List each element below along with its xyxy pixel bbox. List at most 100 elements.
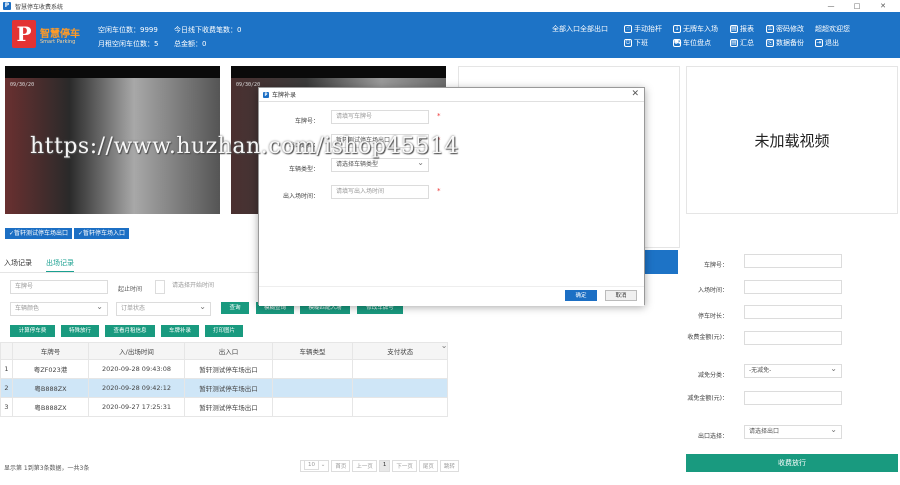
row-index: 2 — [0, 378, 13, 398]
power-icon: ⏻ — [624, 39, 632, 47]
start-time-input[interactable]: 请选择开始时间 — [168, 280, 263, 294]
hand-icon: ☝ — [624, 25, 632, 33]
rp-entry-time-label: 入场时间： — [697, 287, 728, 294]
entry-gate-button[interactable]: ✓暂轩停车场入口 — [74, 228, 130, 239]
table-row[interactable]: 2 粤B888ZX 2020-09-28 09:42:12 暂轩测试停车场出口 — [0, 378, 452, 398]
last-page-button[interactable]: 尾页 — [418, 460, 438, 472]
no-plate-entry-button[interactable]: ↓ 无牌车入场 — [673, 24, 718, 34]
special-release-button[interactable]: 特殊放行 — [61, 325, 99, 337]
next-page-button[interactable]: 下一页 — [392, 460, 417, 472]
time-range-checkbox[interactable] — [155, 280, 165, 294]
camera-timestamp: 09/30/20 — [236, 82, 261, 88]
rp-duration-input[interactable] — [744, 305, 842, 319]
gate-cell: 暂轩测试停车场出口 — [184, 359, 273, 379]
column-header[interactable]: 支付状态 — [351, 342, 449, 360]
summary-button[interactable]: ▤ 汇总 — [730, 38, 754, 48]
table-header-row: 车牌号 入/出场时间 出入口 车辆类型 支付状态 — [0, 342, 452, 360]
monthly-info-button[interactable]: 查看月租信息 — [105, 325, 155, 337]
charge-release-button[interactable]: 收费放行 — [686, 454, 898, 472]
type-cell — [272, 397, 353, 417]
plate-cell: 粤ZF023港 — [12, 359, 89, 379]
maximize-button[interactable]: □ — [844, 0, 870, 12]
gate-cell: 暂轩测试停车场出口 — [184, 397, 273, 417]
dialog-close-icon[interactable]: ✕ — [631, 89, 639, 99]
window-title: 智慧停车收费系统 — [15, 3, 64, 11]
backup-button[interactable]: ⎘ 数据备份 — [766, 38, 804, 48]
pagination: 10 ⌄ 首页 上一页 1 下一页 尾页 跳转 — [300, 460, 459, 472]
order-status-select[interactable]: 订单状态 — [116, 301, 211, 316]
lock-icon: ⚿ — [766, 25, 774, 33]
time-range-label: 起止时间 — [118, 286, 143, 293]
app-header: P 智慧停车 Smart Parking 空闲车位数：9999 月租空闲车位数：… — [0, 12, 900, 58]
dialog-plate-input[interactable]: 请填写车牌号 — [331, 110, 429, 124]
report-button[interactable]: ▤ 报表 — [730, 24, 754, 34]
logout-icon: ⇥ — [815, 39, 823, 47]
plate-cell: 粤B888ZX — [12, 378, 89, 398]
gate-cell: 暂轩测试停车场出口 — [184, 378, 273, 398]
camera-header — [5, 66, 220, 78]
row-index: 1 — [0, 359, 13, 379]
dialog-type-select[interactable]: 请选择车辆类型 — [331, 157, 429, 172]
dialog-body: 车牌号： 请填写车牌号 * 出口选择： 暂轩测试停车场出口 * 车辆类型： 请选… — [259, 102, 644, 306]
brand-name: 智慧停车 — [40, 29, 80, 40]
camera-timestamp: 09/30/20 — [10, 82, 35, 88]
index-header — [0, 342, 13, 360]
free-spaces-stat: 空闲车位数：9999 — [98, 26, 158, 34]
plate-fill-button[interactable]: 车牌补录 — [161, 325, 199, 337]
dialog-type-label: 车辆类型： — [288, 166, 319, 173]
table-row[interactable]: 3 粤B888ZX 2020-09-27 17:25:31 暂轩测试停车场出口 — [0, 397, 452, 417]
tab-entry-records[interactable]: 入场记录 — [4, 258, 32, 273]
column-header[interactable]: 车牌号 — [12, 342, 89, 360]
welcome-text: 超超欢迎您 — [815, 25, 850, 33]
time-cell: 2020-09-27 17:25:31 — [88, 397, 185, 417]
dialog-cancel-button[interactable]: 取消 — [605, 290, 637, 301]
type-cell — [272, 359, 353, 379]
dialog-footer: 确定 取消 — [259, 286, 644, 306]
change-password-button[interactable]: ⚿ 密码修改 — [766, 24, 804, 34]
records-table: 车牌号 入/出场时间 出入口 车辆类型 支付状态 1 粤ZF023港 2020-… — [0, 342, 452, 417]
rp-exit-label: 出口选择： — [697, 433, 728, 440]
tab-exit-records[interactable]: 出场记录 — [46, 258, 74, 273]
dialog-titlebar: P 车牌补录 — [259, 88, 644, 102]
dialog-ok-button[interactable]: 确定 — [565, 290, 597, 301]
minimize-button[interactable]: — — [818, 0, 844, 12]
rp-discount-select[interactable]: -无减免- — [744, 363, 842, 378]
exit-gate-button[interactable]: ✓暂轩测试停车场出口 — [5, 228, 73, 239]
entry-icon: ↓ — [673, 25, 681, 33]
column-header[interactable]: 出入口 — [184, 342, 273, 360]
monthly-free-stat: 月租空闲车位数：5 — [98, 40, 159, 48]
plate-filter-input[interactable]: 车牌号 — [10, 280, 108, 294]
rp-discount-amount-input[interactable] — [744, 391, 842, 405]
all-io-button[interactable]: 全部入口全部出口 — [552, 24, 608, 34]
type-cell — [272, 378, 353, 398]
shift-off-button[interactable]: ⏻ 下班 — [624, 38, 648, 48]
logout-button[interactable]: ⇥ 退出 — [815, 38, 839, 48]
window-controls: — □ ✕ — [818, 0, 896, 12]
rp-duration-label: 停车时长： — [697, 313, 728, 320]
manual-gate-button[interactable]: ☝ 手动抬杆 — [624, 24, 662, 34]
app-icon: P — [3, 2, 11, 10]
space-check-button[interactable]: ⛟ 车位盘点 — [673, 38, 711, 48]
dialog-title: 车牌补录 — [272, 92, 297, 99]
print-image-button[interactable]: 打印图片 — [205, 325, 243, 337]
dialog-time-input[interactable]: 请填写出入场时间 — [331, 185, 429, 199]
brand-subtitle: Smart Parking — [40, 39, 76, 45]
close-window-button[interactable]: ✕ — [870, 0, 896, 12]
rp-exit-select[interactable]: 请选择出口 — [744, 424, 842, 439]
column-header[interactable]: 车辆类型 — [272, 342, 353, 360]
rp-fee-input[interactable] — [744, 331, 842, 345]
rp-plate-input[interactable] — [744, 254, 842, 268]
calc-fee-button[interactable]: 计算停车费 — [10, 325, 55, 337]
first-page-button[interactable]: 首页 — [331, 460, 351, 472]
jump-button[interactable]: 跳转 — [439, 460, 459, 472]
rp-entry-time-input[interactable] — [744, 280, 842, 294]
page-size-select[interactable]: 10 ⌄ — [300, 460, 330, 472]
pagination-summary: 显示第 1到第3条数据，一共3条 — [4, 465, 90, 472]
current-page[interactable]: 1 — [378, 460, 391, 472]
color-select[interactable]: 车辆颜色 — [10, 301, 108, 316]
column-header[interactable]: 入/出场时间 — [88, 342, 185, 360]
table-row[interactable]: 1 粤ZF023港 2020-09-28 09:43:08 暂轩测试停车场出口 — [0, 359, 452, 379]
prev-page-button[interactable]: 上一页 — [352, 460, 377, 472]
query-button[interactable]: 查询 — [221, 302, 249, 314]
dialog-time-label: 出入场时间： — [282, 193, 319, 200]
